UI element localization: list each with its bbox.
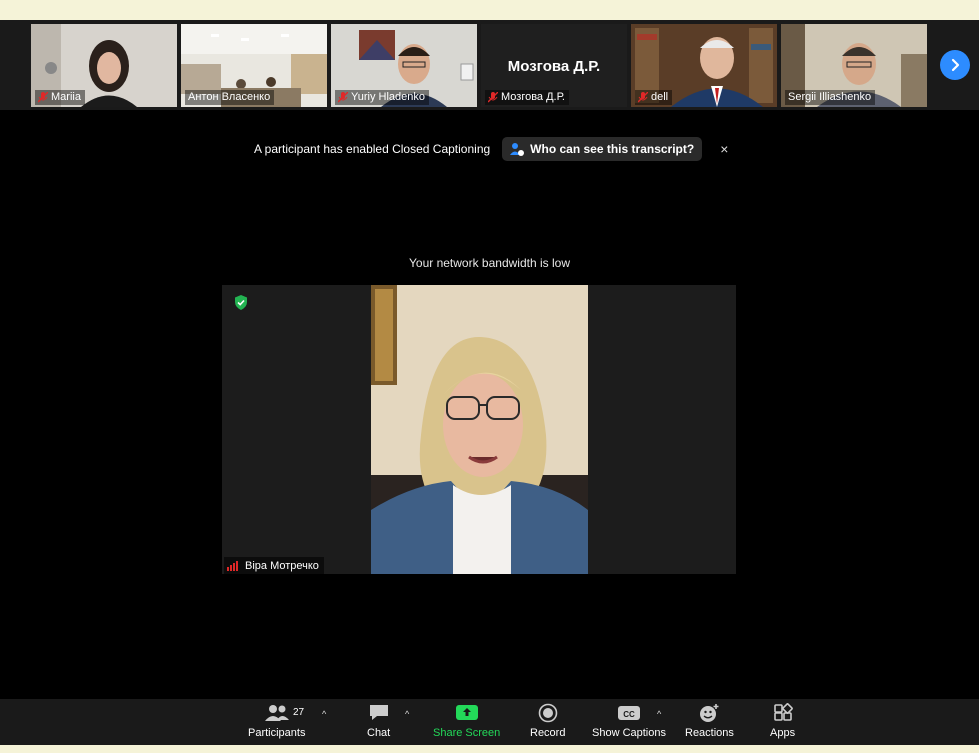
caption-message: A participant has enabled Closed Caption… [254, 142, 491, 156]
chat-icon [369, 705, 388, 720]
participant-name-tag: dell [635, 90, 673, 105]
participant-name-tag: Yuriy Hladenko [335, 90, 429, 105]
signal-strength-icon [227, 561, 238, 571]
top-border [0, 0, 979, 20]
participant-tile-mozgova[interactable]: Мозгова Д.Р. Мозгова Д.Р. [481, 24, 627, 107]
shield-check-icon [235, 295, 247, 310]
speaker-video-image [371, 285, 588, 574]
active-speaker-video[interactable]: Віра Мотречко [222, 285, 736, 574]
speaker-name: Віра Мотречко [245, 559, 319, 572]
mic-muted-icon [338, 92, 348, 103]
svg-text:CC: CC [623, 710, 635, 719]
apps-icon [773, 703, 793, 721]
participant-name: Sergii Illiashenko [788, 91, 872, 103]
mic-muted-icon [488, 92, 498, 103]
participants-label: Participants [248, 727, 306, 739]
chat-button[interactable]: Chat [367, 703, 390, 739]
participant-display-name: Мозгова Д.Р. [507, 58, 601, 75]
participant-tile-dell[interactable]: dell [631, 24, 777, 107]
participant-name-tag: Мозгова Д.Р. [485, 90, 569, 105]
participants-options-caret[interactable]: ^ [322, 709, 326, 719]
participant-tile-yuriy[interactable]: Yuriy Hladenko [331, 24, 477, 107]
reactions-icon [700, 704, 719, 722]
chat-label: Chat [367, 727, 391, 739]
bottom-border [0, 745, 979, 753]
reactions-button[interactable]: Reactions [685, 703, 734, 739]
apps-button[interactable]: Apps [770, 703, 795, 739]
share-screen-button[interactable]: Share Screen [433, 703, 500, 739]
participants-count: 27 [293, 707, 305, 718]
who-can-see-transcript-button[interactable]: Who can see this transcript? [502, 137, 703, 161]
speaker-name-tag: Віра Мотречко [224, 557, 324, 574]
participant-name-tag: Антон Власенко [185, 90, 275, 105]
reactions-label: Reactions [685, 727, 734, 739]
show-captions-button[interactable]: CC Show Captions [592, 703, 666, 739]
closed-captions-icon: CC [618, 706, 640, 720]
captions-options-caret[interactable]: ^ [657, 709, 661, 719]
share-screen-icon [455, 705, 478, 720]
participant-name-tag: Mariia [35, 90, 85, 105]
next-page-button[interactable] [940, 50, 970, 80]
share-screen-label: Share Screen [433, 727, 501, 739]
mic-muted-icon [638, 92, 648, 103]
participant-tile-sergii[interactable]: Sergii Illiashenko [781, 24, 927, 107]
chevron-right-icon [951, 58, 960, 72]
participant-tile-mariia[interactable]: Mariia [31, 24, 177, 107]
gallery-strip: Mariia Антон Власенко Yuriy Hladenko Моз… [0, 20, 979, 110]
participant-name: Yuriy Hladenko [351, 91, 425, 103]
bandwidth-notice: Your network bandwidth is low [409, 256, 570, 270]
person-info-icon [510, 143, 525, 156]
close-icon[interactable]: × [720, 141, 728, 157]
show-captions-label: Show Captions [592, 727, 666, 739]
transcript-button-label: Who can see this transcript? [530, 142, 695, 156]
record-label: Record [530, 727, 566, 739]
participant-name: Антон Власенко [188, 91, 271, 103]
participant-name-tag: Sergii Illiashenko [785, 90, 876, 105]
participant-name: dell [651, 91, 669, 103]
record-icon [538, 703, 558, 723]
speaker-video-feed [371, 285, 588, 574]
chat-options-caret[interactable]: ^ [405, 709, 409, 719]
participant-tile-anton[interactable]: Антон Власенко [181, 24, 327, 107]
meeting-toolbar: Participants 27 ^ Chat ^ Share Screen Re… [0, 699, 979, 745]
apps-label: Apps [770, 727, 796, 739]
closed-caption-notice: A participant has enabled Closed Caption… [254, 136, 728, 162]
participant-name: Mariia [51, 91, 81, 103]
record-button[interactable]: Record [530, 703, 565, 739]
participants-icon [264, 705, 289, 721]
mic-muted-icon [38, 92, 48, 103]
participant-name: Мозгова Д.Р. [501, 91, 565, 103]
